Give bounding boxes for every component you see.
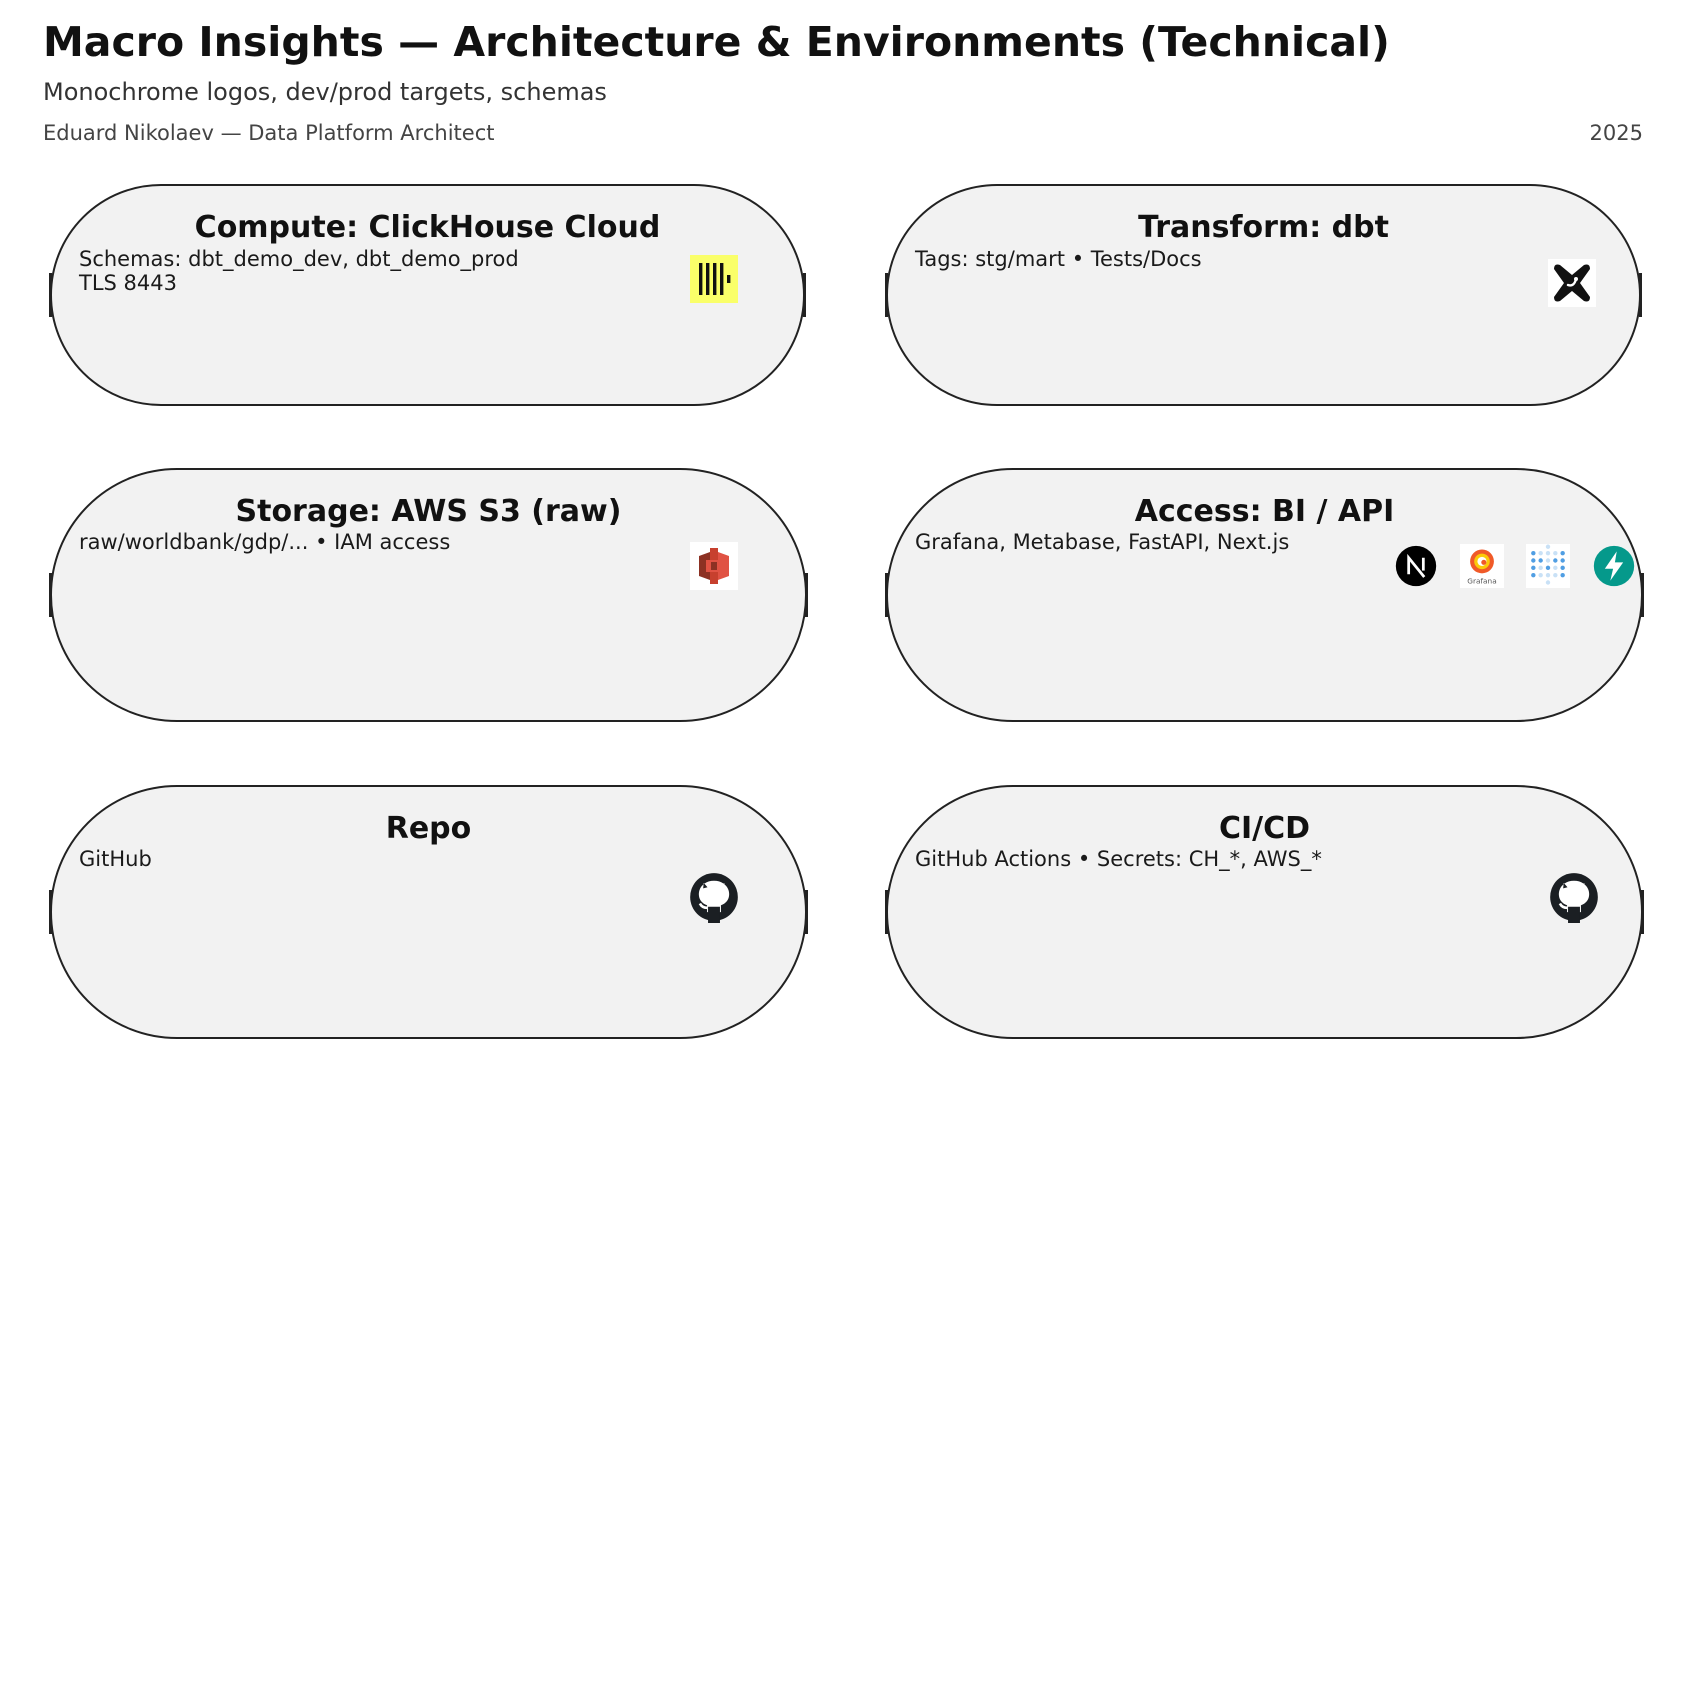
grafana-icon: Grafana bbox=[1460, 544, 1504, 588]
card-edge-right bbox=[805, 890, 808, 934]
card-line: TLS 8443 bbox=[79, 271, 177, 295]
card-edge-right bbox=[805, 573, 808, 617]
github-icon bbox=[1550, 873, 1598, 923]
card-edge-right bbox=[1641, 890, 1644, 934]
card-title: Transform: dbt bbox=[1138, 210, 1389, 245]
card-description: GitHub Actions • Secrets: CH_*, AWS_* bbox=[915, 847, 1322, 871]
card-description: Tags: stg/mart • Tests/Docs bbox=[915, 247, 1202, 271]
card-transform-dbt: Transform: dbt Tags: stg/mart • Tests/Do… bbox=[885, 184, 1642, 406]
card-storage-s3: Storage: AWS S3 (raw) raw/worldbank/gdp/… bbox=[49, 468, 808, 722]
dbt-icon bbox=[1548, 259, 1596, 307]
card-line: Tags: stg/mart • Tests/Docs bbox=[915, 247, 1202, 271]
card-edge-right bbox=[1641, 573, 1644, 617]
card-edge-left bbox=[885, 573, 888, 617]
github-icon bbox=[690, 873, 738, 923]
aws-s3-icon bbox=[690, 542, 738, 590]
year-label: 2025 bbox=[1589, 121, 1643, 145]
card-line: Schemas: dbt_demo_dev, dbt_demo_prod bbox=[79, 247, 519, 271]
fastapi-icon bbox=[1593, 545, 1635, 587]
card-title: Repo bbox=[385, 811, 472, 846]
card-description: GitHub bbox=[79, 847, 152, 871]
card-edge-left bbox=[49, 890, 52, 934]
card-edge-left bbox=[49, 273, 52, 317]
card-edge-left bbox=[885, 273, 888, 317]
card-edge-left bbox=[49, 573, 52, 617]
card-edge-right bbox=[803, 273, 806, 317]
card-description: raw/worldbank/gdp/... • IAM access bbox=[79, 530, 450, 554]
card-edge-left bbox=[885, 890, 888, 934]
page-title: Macro Insights — Architecture & Environm… bbox=[43, 18, 1390, 66]
card-description: Grafana, Metabase, FastAPI, Next.js bbox=[915, 530, 1289, 554]
card-title: CI/CD bbox=[1218, 811, 1311, 846]
grafana-caption: Grafana bbox=[1467, 576, 1496, 585]
card-title: Compute: ClickHouse Cloud bbox=[194, 210, 661, 245]
card-cicd: CI/CD GitHub Actions • Secrets: CH_*, AW… bbox=[885, 785, 1644, 1039]
clickhouse-icon bbox=[690, 255, 738, 303]
card-title: Storage: AWS S3 (raw) bbox=[235, 494, 622, 529]
card-line: Grafana, Metabase, FastAPI, Next.js bbox=[915, 530, 1290, 554]
card-compute-clickhouse: Compute: ClickHouse Cloud Schemas: dbt_d… bbox=[49, 184, 806, 406]
author-line: Eduard Nikolaev — Data Platform Architec… bbox=[43, 121, 495, 145]
card-title: Access: BI / API bbox=[1134, 494, 1395, 529]
card-description: Schemas: dbt_demo_dev, dbt_demo_prod TLS… bbox=[79, 247, 519, 295]
card-access-bi-api: Access: BI / API Grafana, Metabase, Fast… bbox=[885, 468, 1644, 722]
metabase-icon bbox=[1526, 544, 1570, 588]
card-edge-right bbox=[1639, 273, 1642, 317]
card-repo: Repo GitHub bbox=[49, 785, 808, 1039]
card-line: raw/worldbank/gdp/... • IAM access bbox=[79, 530, 451, 554]
card-line: GitHub Actions • Secrets: CH_*, AWS_* bbox=[915, 847, 1322, 871]
card-line: GitHub bbox=[79, 847, 152, 871]
page-subtitle: Monochrome logos, dev/prod targets, sche… bbox=[43, 78, 607, 106]
nextjs-icon bbox=[1395, 545, 1437, 587]
